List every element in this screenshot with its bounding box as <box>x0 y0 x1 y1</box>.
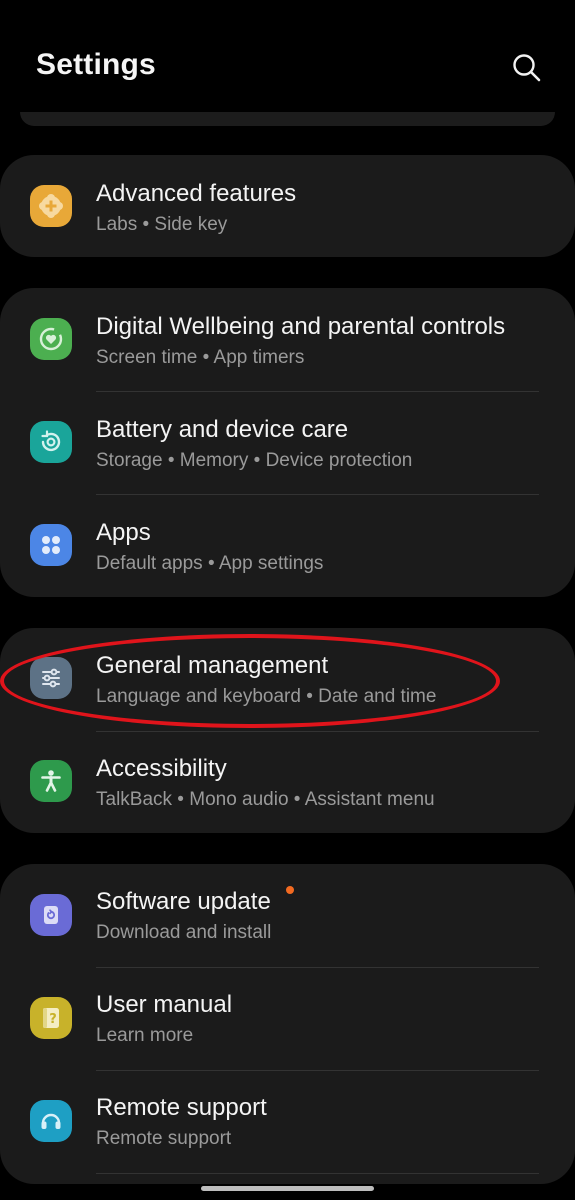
previous-card-edge <box>20 112 555 126</box>
row-title: Remote support <box>96 1094 267 1121</box>
plus-gear-icon <box>30 185 72 227</box>
search-button[interactable] <box>509 50 545 86</box>
accessibility-person-icon <box>30 760 72 802</box>
divider <box>96 1173 539 1174</box>
apps-grid-icon <box>30 524 72 566</box>
svg-text:?: ? <box>49 1012 57 1027</box>
app-bar: Settings <box>0 0 575 110</box>
row-subtitle: TalkBack • Mono audio • Assistant menu <box>96 789 435 810</box>
row-general-management[interactable]: General management Language and keyboard… <box>0 628 575 731</box>
row-user-manual[interactable]: ? User manual Learn more <box>0 967 575 1070</box>
update-badge-dot <box>286 886 294 894</box>
headset-icon <box>30 1100 72 1142</box>
wellbeing-heart-icon <box>30 318 72 360</box>
row-advanced-features[interactable]: Advanced features Labs • Side key <box>0 155 575 257</box>
manual-book-icon: ? <box>30 997 72 1039</box>
sliders-icon <box>30 657 72 699</box>
row-software-update[interactable]: Software update Download and install <box>0 864 575 967</box>
row-subtitle: Download and install <box>96 922 272 943</box>
row-title: Advanced features <box>96 180 297 207</box>
row-title: User manual <box>96 991 233 1018</box>
row-title: Battery and device care <box>96 416 349 443</box>
home-indicator[interactable] <box>201 1186 374 1191</box>
row-title: Software update <box>96 888 271 915</box>
settings-group-general: General management Language and keyboard… <box>0 628 575 833</box>
row-title: Apps <box>96 519 151 546</box>
row-subtitle: Language and keyboard • Date and time <box>96 686 437 707</box>
row-subtitle: Storage • Memory • Device protection <box>96 450 413 471</box>
row-remote-support[interactable]: Remote support Remote support <box>0 1070 575 1173</box>
row-subtitle: Labs • Side key <box>96 214 228 235</box>
row-digital-wellbeing[interactable]: Digital Wellbeing and parental controls … <box>0 288 575 391</box>
device-care-icon <box>30 421 72 463</box>
settings-group-device: Digital Wellbeing and parental controls … <box>0 288 575 597</box>
row-title: Digital Wellbeing and parental controls <box>96 313 506 340</box>
row-battery-device-care[interactable]: Battery and device care Storage • Memory… <box>0 391 575 494</box>
row-subtitle: Remote support <box>96 1128 232 1149</box>
row-accessibility[interactable]: Accessibility TalkBack • Mono audio • As… <box>0 731 575 833</box>
row-subtitle: Screen time • App timers <box>96 347 305 368</box>
row-title: Accessibility <box>96 755 227 782</box>
row-subtitle: Learn more <box>96 1025 194 1046</box>
settings-group-advanced: Advanced features Labs • Side key <box>0 155 575 257</box>
row-apps[interactable]: Apps Default apps • App settings <box>0 494 575 597</box>
settings-group-support: Software update Download and install ? U… <box>0 864 575 1184</box>
search-icon <box>513 54 541 82</box>
row-title: General management <box>96 652 329 679</box>
update-icon <box>30 894 72 936</box>
page-title: Settings <box>36 48 156 81</box>
row-subtitle: Default apps • App settings <box>96 553 324 574</box>
